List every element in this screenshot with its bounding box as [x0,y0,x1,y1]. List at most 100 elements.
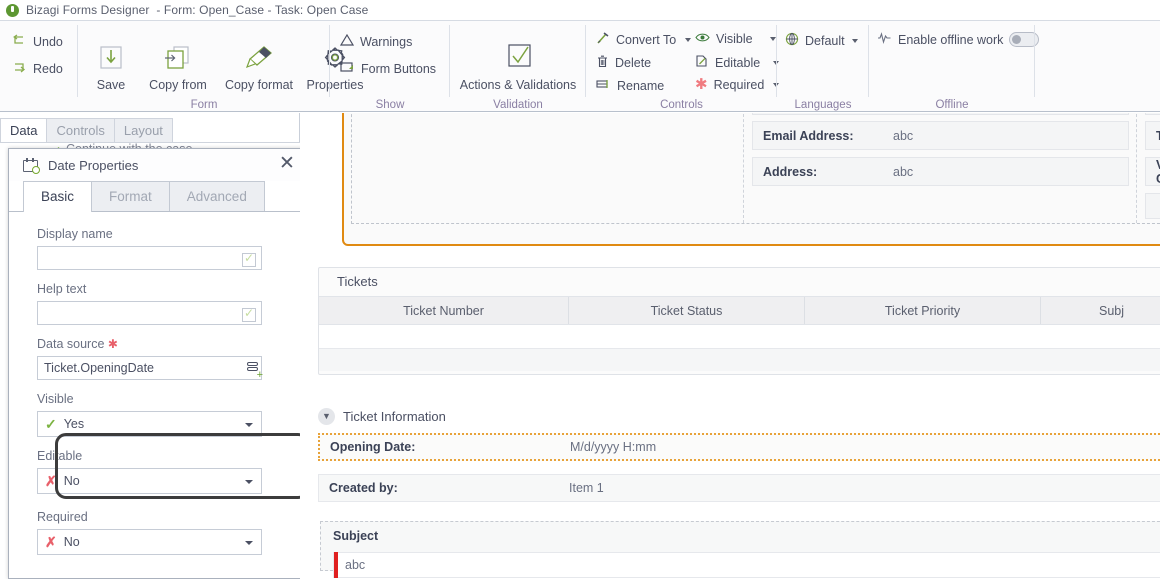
required-button[interactable]: ✱ Required [695,77,780,92]
help-text-input[interactable] [37,301,262,325]
ribbon-group-label-form: Form [190,99,218,111]
cross-icon: ✗ [45,472,57,489]
visible-button[interactable]: Visible [695,32,776,46]
subject-value: abc [345,558,366,572]
visible-value: Yes [63,417,85,431]
rename-button[interactable]: Rename [596,78,664,93]
field-empty[interactable] [1145,193,1160,219]
field-visible: Visible ✓ Yes [37,392,290,437]
chevron-down-icon[interactable] [851,38,858,43]
subject-card[interactable]: Subject abc [320,521,1160,578]
subject-field[interactable]: abc [333,552,1160,578]
field-created-by[interactable]: Created by: Item 1 [318,474,1160,502]
chevron-down-icon[interactable] [245,423,253,427]
copy-from-button[interactable]: Copy from [140,45,216,92]
close-icon[interactable]: ✕ [276,154,298,176]
actions-validations-button[interactable]: Actions & Validations [450,43,586,92]
calendar-clock-icon [23,158,40,174]
required-select[interactable]: ✗ No [37,529,262,555]
editable-select[interactable]: ✗ No [37,468,262,494]
display-name-checkbox[interactable] [242,251,256,267]
editable-label: Editable [715,56,761,70]
tab-controls[interactable]: Controls [46,118,115,142]
title-bar: Bizagi Forms Designer - Form: Open_Case … [0,0,1160,20]
enable-offline-work-toggle[interactable]: Enable offline work [877,32,1040,47]
copy-format-button[interactable]: Copy format [218,45,300,92]
telephone-label: Telep [1156,128,1160,143]
tab-advanced[interactable]: Advanced [168,181,265,211]
field-email-address[interactable]: Email Address: abc [752,121,1129,150]
group-divider [1034,25,1035,97]
tab-basic[interactable]: Basic [23,181,93,212]
ribbon-group-languages: Default Languages [777,21,869,113]
ticket-information-title: Ticket Information [343,408,446,424]
tab-data[interactable]: Data [0,118,48,142]
form-canvas: Email Address: abc Address: abc Telep VI… [300,113,1160,579]
visible-select[interactable]: ✓ Yes [37,411,262,437]
column-subject[interactable]: Subj [1041,297,1160,324]
tab-format[interactable]: Format [91,181,170,211]
copy-from-icon [163,45,193,75]
save-button[interactable]: Save [84,45,138,92]
form-buttons-label: Form Buttons [361,61,437,76]
default-language-button[interactable]: Default [785,32,858,49]
globe-icon [785,32,799,49]
app-title: Bizagi Forms Designer [26,3,150,17]
left-panel-tabs: Data Controls Layout [0,118,173,142]
column-ticket-number[interactable]: Ticket Number [319,297,569,324]
convert-to-icon [596,32,610,48]
redo-icon [12,61,27,76]
delete-button[interactable]: Delete [596,55,651,71]
table-row[interactable] [319,325,1160,349]
help-text-checkbox[interactable] [242,306,256,322]
field-opening-date[interactable]: Opening Date: M/d/yyyy H:mm [318,433,1160,461]
ribbon-group-show: Warnings Form Buttons Show [330,21,450,113]
tickets-grid[interactable]: Tickets Ticket Number Ticket Status Tick… [318,267,1160,375]
warnings-label: Warnings [360,34,413,49]
display-name-input[interactable] [37,246,262,270]
chevron-down-icon[interactable] [769,37,776,41]
trash-icon [596,55,609,71]
date-properties-dialog: Date Properties ✕ Basic Format Advanced … [8,148,309,579]
convert-to-label: Convert To [616,33,677,47]
opening-date-label: Opening Date: [330,440,416,454]
editable-value: No [63,474,80,488]
email-address-label: Email Address: [763,128,854,143]
created-by-value: Item 1 [569,481,604,495]
column-ticket-status[interactable]: Ticket Status [569,297,805,324]
dialog-title-bar: Date Properties ✕ [9,149,306,181]
dialog-body: Display name Help text Data source ✱ Tic… [9,212,309,555]
rename-icon [596,78,611,93]
redo-button[interactable]: Redo [12,61,63,76]
rename-label: Rename [617,78,665,93]
convert-to-button[interactable]: Convert To [596,32,692,48]
save-icon [97,45,125,75]
chevron-down-icon[interactable] [245,480,253,484]
chevron-down-icon[interactable] [245,541,253,545]
table-row[interactable] [319,349,1160,371]
partial-field-row [1145,113,1160,115]
ticket-information-header[interactable]: ▼ Ticket Information [310,403,1160,429]
tab-layout[interactable]: Layout [113,118,173,142]
warning-triangle-icon [339,33,355,49]
customer-info-card[interactable]: Email Address: abc Address: abc Telep VI… [342,113,1160,246]
column-ticket-priority[interactable]: Ticket Priority [805,297,1041,324]
enable-offline-work-label: Enable offline work [898,32,1004,47]
window-title: Bizagi Forms Designer - Form: Open_Case … [26,3,368,17]
field-address[interactable]: Address: abc [752,157,1129,186]
ribbon-group-undo-redo: Undo Redo [0,21,78,113]
cross-icon: ✗ [45,533,57,550]
field-vip[interactable]: VIP C [1145,157,1160,186]
title-suffix: - Form: Open_Case - Task: Open Case [156,3,369,17]
undo-button[interactable]: Undo [12,34,63,49]
data-source-input[interactable]: Ticket.OpeningDate [37,356,262,380]
ribbon-group-label-show: Show [375,99,405,111]
form-buttons-button[interactable]: Form Buttons [340,61,436,76]
field-telephone[interactable]: Telep [1145,121,1160,150]
editable-button[interactable]: Editable [695,55,780,71]
required-label: Required [37,510,88,524]
visible-label: Visible [37,392,74,406]
chevron-down-icon[interactable]: ▼ [318,407,335,425]
warnings-button[interactable]: Warnings [339,33,413,49]
database-add-icon[interactable]: + [247,362,263,381]
